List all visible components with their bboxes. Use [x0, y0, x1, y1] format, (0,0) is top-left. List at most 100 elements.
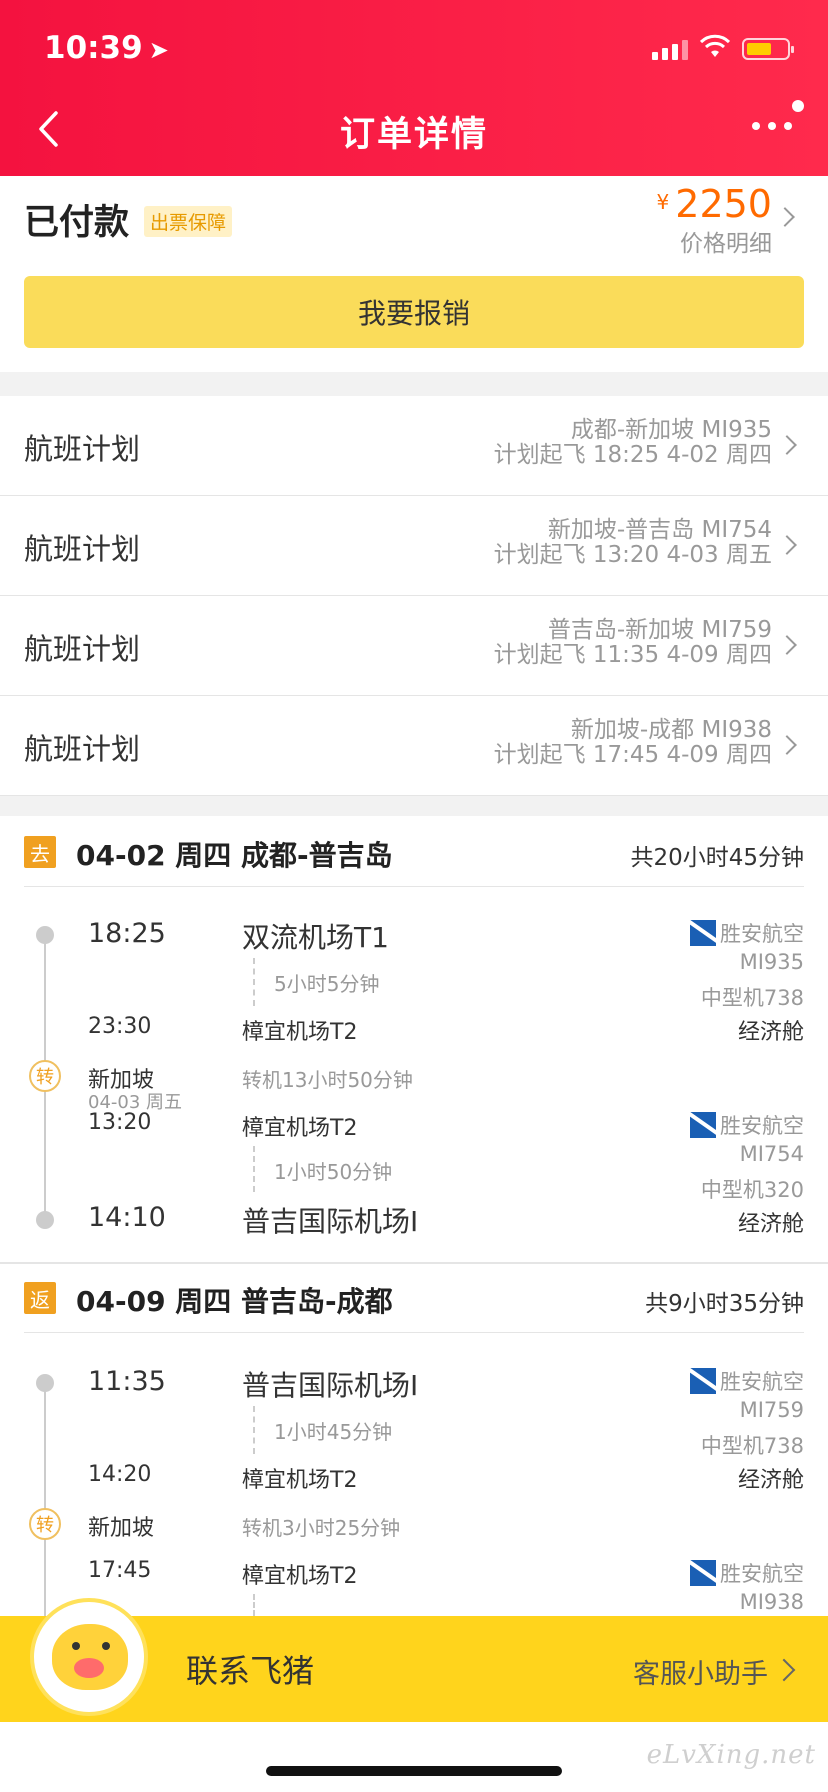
flight-plan-row[interactable]: 航班计划 成都-新加坡 MI935 计划起飞 18:25 4-02 周四	[0, 396, 828, 496]
duration-dash	[253, 958, 255, 1006]
flight-number: MI938	[739, 1590, 804, 1614]
flight-plan-route: 成都-新加坡 MI935	[570, 417, 772, 443]
arrival-dot	[36, 1211, 54, 1229]
flight-plan-info: 新加坡-普吉岛 MI754 计划起飞 13:20 4-03 周五	[494, 518, 772, 568]
airline-name: 胜安航空	[720, 1370, 804, 1394]
price-chevron-icon[interactable]	[775, 207, 795, 227]
flight-plan-label: 航班计划	[24, 532, 141, 566]
cabin-class: 经济舱	[737, 1020, 804, 1045]
airline-name: 胜安航空	[720, 1114, 804, 1138]
journey-total-duration: 共20小时45分钟	[630, 845, 804, 871]
airline-logo-icon	[690, 1112, 716, 1138]
journey-header: 去 04-02 周四 成都-普吉岛 共20小时45分钟	[0, 816, 828, 888]
departure-dot	[36, 1374, 54, 1392]
flight-plan-info: 新加坡-成都 MI938 计划起飞 17:45 4-09 周四	[494, 718, 772, 768]
home-indicator[interactable]	[266, 1766, 562, 1776]
chevron-right-icon	[777, 735, 797, 755]
flight-plan-time: 计划起飞 18:25 4-02 周四	[493, 442, 772, 468]
arrival-airport: 樟宜机场T2	[242, 1020, 358, 1045]
journey-title: 04-02 周四 成都-普吉岛	[76, 839, 393, 872]
page-title: 订单详情	[339, 115, 488, 155]
journey-total-duration: 共9小时35分钟	[645, 1291, 804, 1317]
status-time: 10:39 ➤	[44, 30, 169, 66]
cabin-class: 经济舱	[737, 1468, 804, 1493]
ticket-guarantee-badge: 出票保障	[144, 206, 233, 237]
flight-duration: 1小时45分钟	[274, 1420, 393, 1444]
departure-airport: 双流机场T1	[242, 921, 389, 954]
arrival-airport: 樟宜机场T2	[242, 1468, 358, 1493]
reimburse-button[interactable]: 我要报销	[24, 276, 804, 348]
arrival-time: 14:10	[88, 1202, 166, 1233]
flight-plan-time: 计划起飞 11:35 4-09 周四	[493, 642, 772, 668]
departure-time: 11:35	[88, 1366, 166, 1397]
flight-plan-route: 普吉岛-新加坡 MI759	[547, 617, 772, 643]
flight-plan-row[interactable]: 航班计划 新加坡-成都 MI938 计划起飞 17:45 4-09 周四	[0, 696, 828, 796]
journey-title: 04-09 周四 普吉岛-成都	[76, 1285, 393, 1318]
battery-icon	[742, 38, 794, 60]
divider	[24, 1332, 804, 1333]
timeline-line	[44, 1382, 46, 1622]
transfer-icon: 转	[29, 1508, 61, 1540]
transfer-city: 新加坡	[88, 1516, 155, 1541]
aircraft-type: 中型机738	[700, 986, 804, 1010]
order-status: 已付款	[24, 203, 130, 243]
airline: 胜安航空	[690, 1366, 804, 1396]
arrival-airport: 普吉国际机场I	[242, 1205, 419, 1238]
flight-plan-label: 航班计划	[24, 432, 141, 466]
airline: 胜安航空	[690, 1110, 804, 1140]
airline-logo-icon	[690, 1560, 716, 1586]
transfer-duration: 转机3小时25分钟	[242, 1516, 401, 1540]
flight-number: MI935	[739, 950, 804, 974]
fliggy-pig-avatar[interactable]	[30, 1598, 148, 1716]
flight-plan-row[interactable]: 航班计划 普吉岛-新加坡 MI759 计划起飞 11:35 4-09 周四	[0, 596, 828, 696]
price-detail-link[interactable]: 价格明细	[680, 224, 772, 258]
wifi-icon	[700, 34, 730, 57]
flight-plan-time: 计划起飞 13:20 4-03 周五	[493, 542, 772, 568]
total-price[interactable]: ¥2250	[657, 182, 772, 226]
arrival-time: 23:30	[88, 1014, 152, 1039]
section-divider	[0, 372, 828, 396]
flight-plan-row[interactable]: 航班计划 新加坡-普吉岛 MI754 计划起飞 13:20 4-03 周五	[0, 496, 828, 596]
airline: 胜安航空	[690, 918, 804, 948]
flight-plan-info: 成都-新加坡 MI935 计划起飞 18:25 4-02 周四	[494, 418, 772, 468]
pig-mascot-icon	[52, 1624, 128, 1690]
departure-airport: 普吉国际机场I	[242, 1369, 419, 1402]
aircraft-type: 中型机738	[700, 1434, 804, 1458]
notification-dot	[792, 100, 804, 112]
more-options-icon[interactable]	[752, 122, 792, 130]
airline-name: 胜安航空	[720, 922, 804, 946]
airline-name: 胜安航空	[720, 1562, 804, 1586]
airline-logo-icon	[690, 1368, 716, 1394]
flight-plan-list: 航班计划 成都-新加坡 MI935 计划起飞 18:25 4-02 周四 航班计…	[0, 396, 828, 796]
duration-dash	[253, 1146, 255, 1192]
chevron-right-icon	[777, 535, 797, 555]
customer-service-link[interactable]: 客服小助手	[633, 1652, 768, 1691]
contact-fliggy-button[interactable]: 联系飞猪	[186, 1646, 314, 1692]
location-arrow-icon: ➤	[148, 36, 169, 64]
price-amount: 2250	[675, 182, 772, 226]
flight-plan-label: 航班计划	[24, 732, 141, 766]
outbound-tag: 去	[24, 836, 56, 868]
status-time-text: 10:39	[44, 30, 143, 66]
currency-symbol: ¥	[656, 190, 670, 214]
departure-airport: 樟宜机场T2	[242, 1116, 358, 1141]
airline-logo-icon	[690, 920, 716, 946]
duration-dash	[253, 1594, 255, 1616]
flight-plan-route: 新加坡-普吉岛 MI754	[547, 517, 772, 543]
outbound-journey: 去 04-02 周四 成都-普吉岛 共20小时45分钟 转 18:25 双流机场…	[0, 816, 828, 1262]
cellular-signal-icon	[652, 40, 688, 60]
return-tag: 返	[24, 1282, 56, 1314]
watermark: eLvXing.net	[646, 1740, 816, 1770]
journey-header: 返 04-09 周四 普吉岛-成都 共9小时35分钟	[0, 1264, 828, 1336]
cabin-class: 经济舱	[737, 1212, 804, 1237]
departure-time: 17:45	[88, 1558, 152, 1583]
flight-plan-route: 新加坡-成都 MI938	[570, 717, 772, 743]
arrival-time: 14:20	[88, 1462, 152, 1487]
divider	[24, 886, 804, 887]
airline: 胜安航空	[690, 1558, 804, 1588]
flight-number: MI754	[739, 1142, 804, 1166]
return-journey: 返 04-09 周四 普吉岛-成都 共9小时35分钟 转 11:35 普吉国际机…	[0, 1264, 828, 1622]
section-divider	[0, 796, 828, 816]
transfer-duration: 转机13小时50分钟	[242, 1068, 413, 1092]
departure-time: 13:20	[88, 1110, 152, 1135]
